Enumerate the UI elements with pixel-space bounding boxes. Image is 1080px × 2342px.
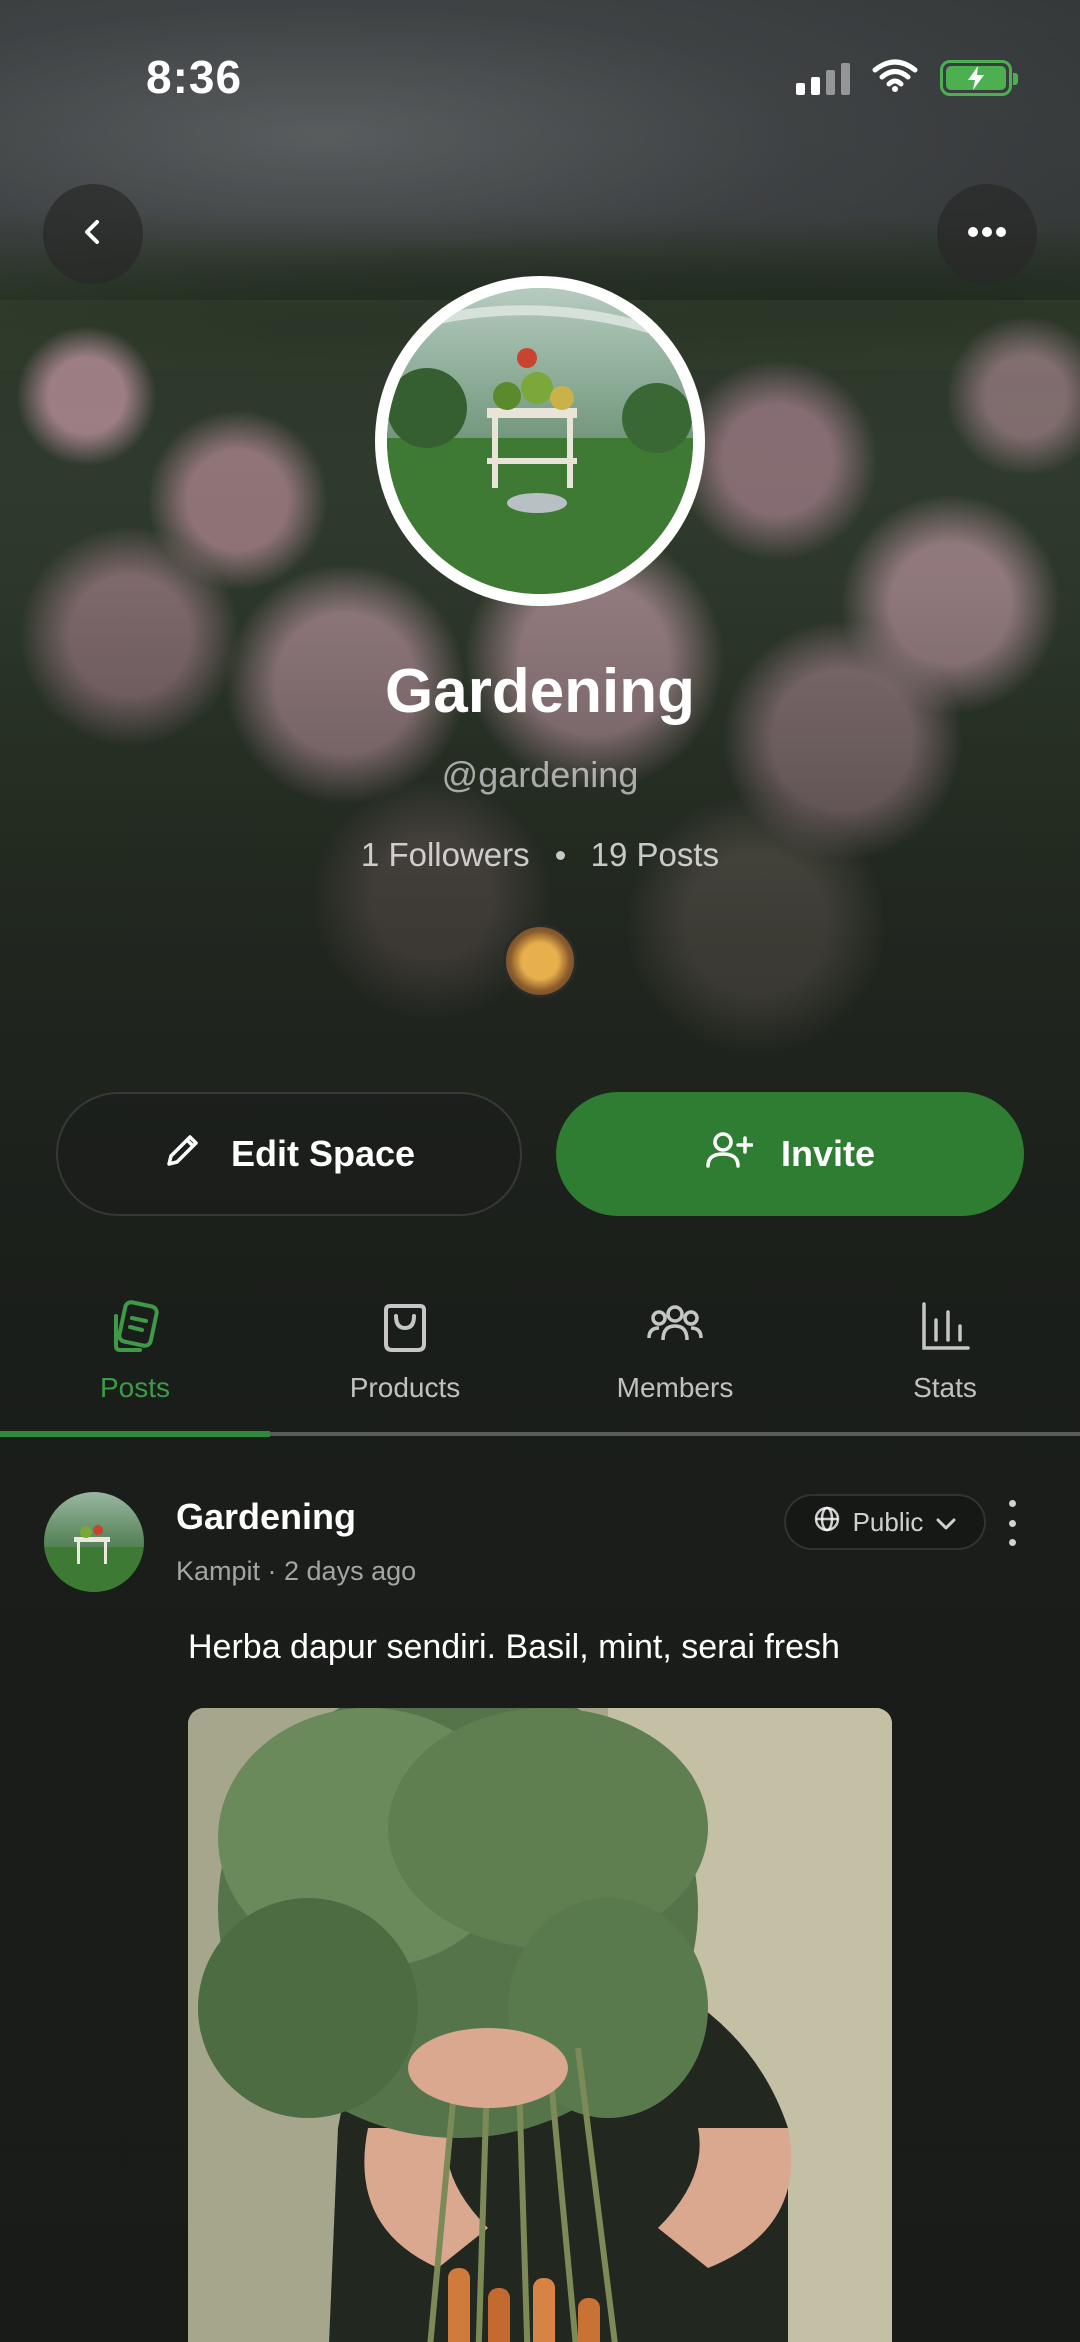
tab-products-label: Products <box>349 1372 461 1403</box>
tab-stats[interactable]: Stats <box>810 1290 1080 1436</box>
tab-stats-label: Stats <box>913 1372 977 1403</box>
back-button[interactable] <box>43 184 143 284</box>
visibility-label: Public <box>852 1506 924 1537</box>
space-avatar[interactable] <box>375 276 705 606</box>
signal-icon <box>796 61 850 95</box>
followers-count[interactable]: 1 Followers <box>361 836 530 874</box>
chevron-left-icon <box>78 217 108 252</box>
edit-space-button[interactable]: Edit Space <box>56 1092 522 1216</box>
space-tabs: Posts Products Members Stats <box>0 1290 1080 1436</box>
status-bar: 8:36 <box>0 0 1080 150</box>
chevron-down-icon <box>935 1507 957 1538</box>
active-tab-indicator <box>0 1431 270 1437</box>
pencil-icon <box>163 1130 203 1179</box>
battery-icon <box>940 59 1018 96</box>
space-handle: @gardening <box>441 754 639 795</box>
invite-button[interactable]: Invite <box>556 1092 1024 1216</box>
member-avatar[interactable] <box>503 924 577 998</box>
tab-members-label: Members <box>616 1372 734 1403</box>
edit-space-label: Edit Space <box>230 1133 416 1174</box>
wifi-icon <box>872 58 918 97</box>
post-text: Herba dapur sendiri. Basil, mint, serai … <box>188 1628 840 1666</box>
post-author-name[interactable]: Gardening <box>176 1496 356 1538</box>
invite-label: Invite <box>780 1133 876 1174</box>
shopping-bag-icon <box>376 1298 434 1356</box>
space-stats: 1 Followers 19 Posts <box>0 836 1080 874</box>
posts-count: 19 Posts <box>590 836 720 873</box>
add-user-icon <box>705 1130 754 1179</box>
globe-icon <box>813 1505 841 1540</box>
tab-products[interactable]: Products <box>270 1290 540 1436</box>
more-options-button[interactable] <box>937 184 1037 284</box>
space-avatar-image <box>387 288 693 594</box>
stats-icon <box>916 1298 974 1356</box>
post-menu-button[interactable] <box>1000 1500 1024 1546</box>
space-title: Gardening <box>384 657 696 726</box>
members-icon <box>646 1298 704 1356</box>
tab-posts-label: Posts <box>99 1372 171 1403</box>
visibility-selector[interactable]: Public <box>784 1494 986 1550</box>
status-icons <box>796 58 1018 97</box>
post-meta: Kampit · 2 days ago <box>176 1556 417 1586</box>
separator-dot <box>555 850 565 860</box>
tab-members[interactable]: Members <box>540 1290 810 1436</box>
tab-posts[interactable]: Posts <box>0 1290 270 1436</box>
post-author-avatar[interactable] <box>44 1492 144 1592</box>
status-time: 8:36 <box>146 51 243 103</box>
post-image[interactable] <box>188 1708 892 2342</box>
more-horizontal-icon <box>967 225 1007 243</box>
posts-icon <box>106 1298 164 1356</box>
